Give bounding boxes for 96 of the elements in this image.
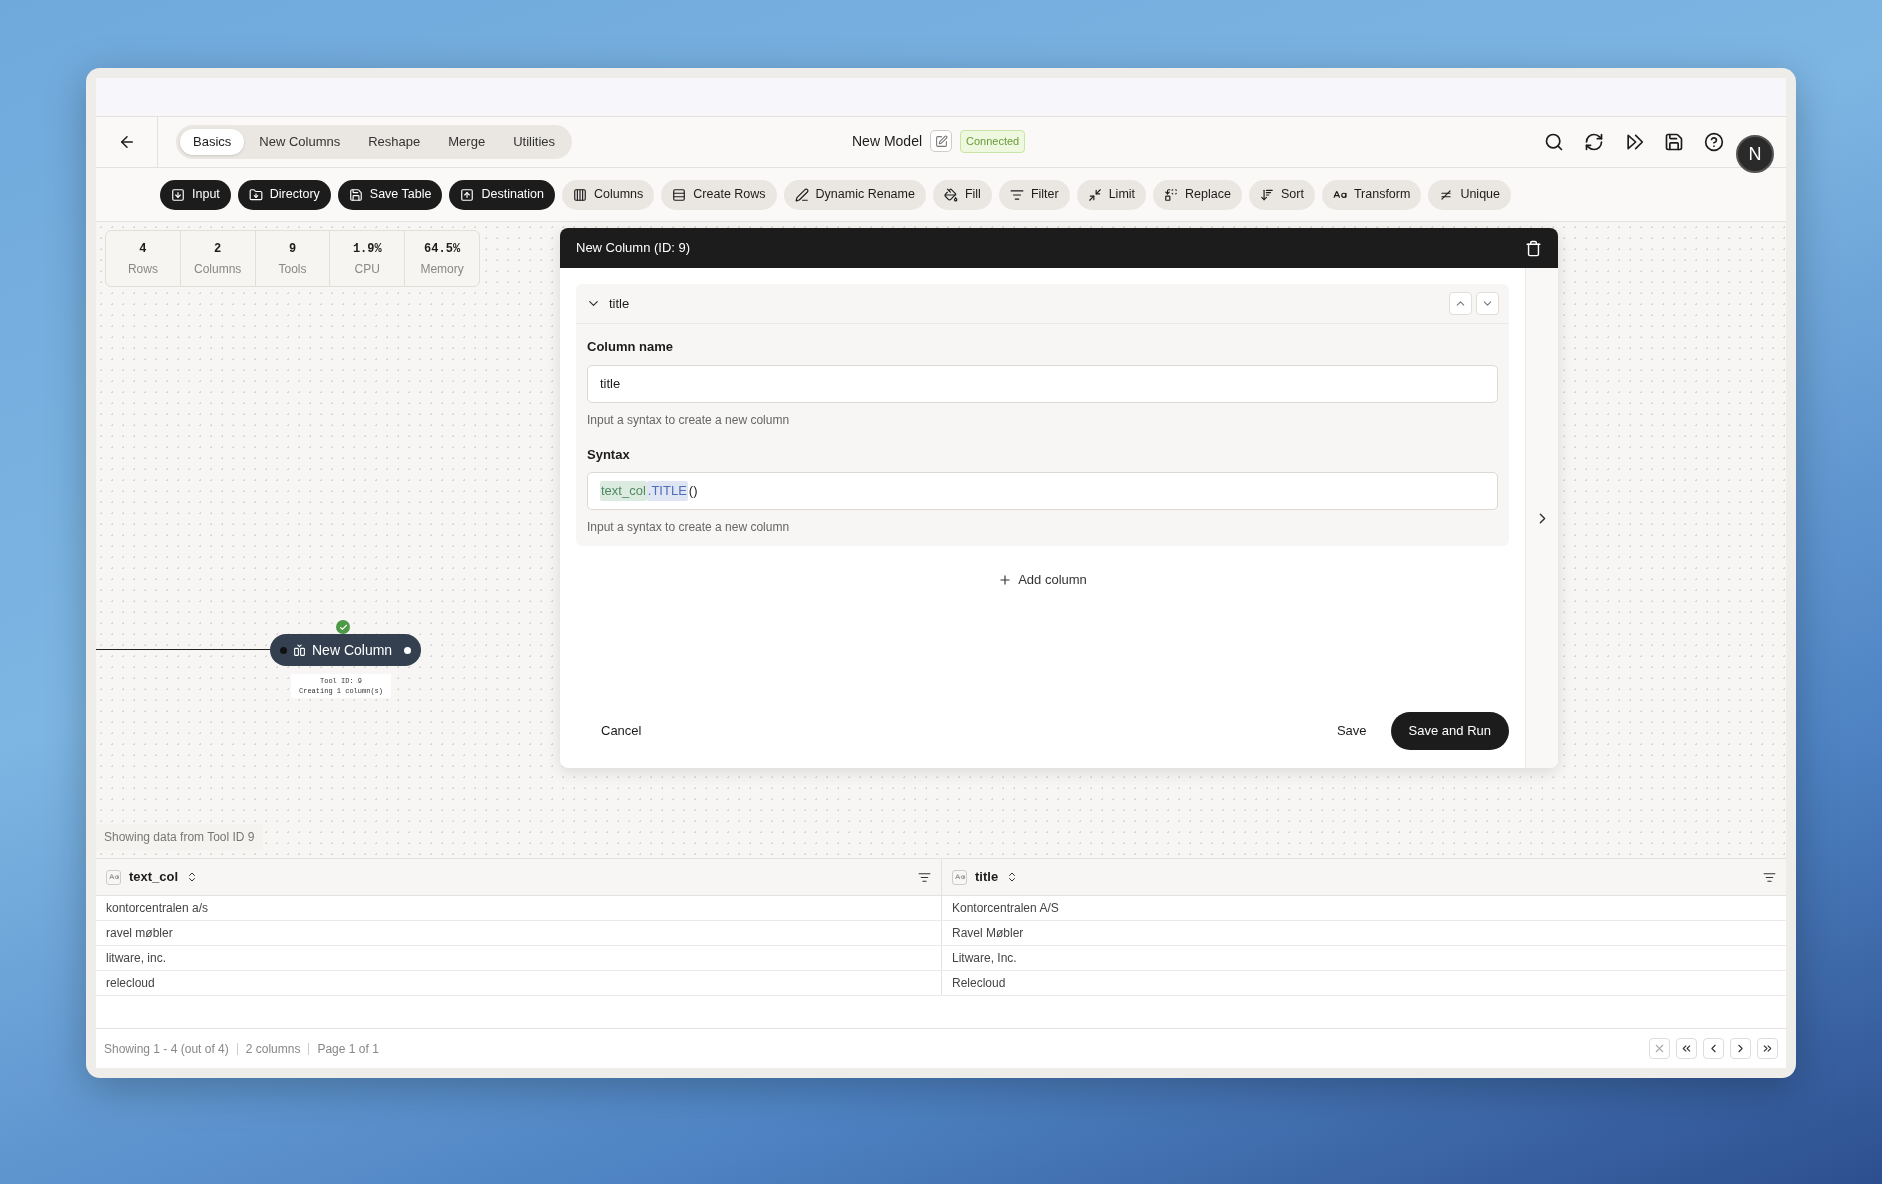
column-title: title — [975, 868, 999, 887]
square-arrow-down-icon — [171, 187, 185, 202]
data-source-label: Showing data from Tool ID 9 — [96, 824, 263, 850]
columns-icon — [293, 643, 306, 657]
paint-bucket-icon — [943, 187, 958, 202]
square-arrow-up-icon — [460, 187, 475, 202]
text-type-icon — [106, 869, 121, 885]
column-count-text: 2 columns — [245, 1040, 301, 1058]
toolbar-button[interactable]: Filter — [998, 179, 1070, 210]
toolbar-button[interactable]: Replace — [1153, 179, 1242, 210]
stat-label: CPU — [354, 260, 380, 278]
text-type-icon — [952, 869, 967, 885]
columns-icon — [573, 187, 587, 202]
save-button[interactable]: Save — [1322, 712, 1381, 750]
cancel-button[interactable]: Cancel — [576, 712, 667, 750]
syntax-field[interactable]: text_col.TITLE() — [587, 472, 1498, 510]
stat-label: Tools — [278, 260, 307, 278]
last-page-button[interactable] — [1757, 1038, 1778, 1059]
stat-value: 4 — [139, 240, 147, 258]
field-hint: Input a syntax to create a new column — [587, 411, 791, 429]
column-header[interactable]: text_col — [96, 859, 941, 895]
section-title: title — [609, 294, 630, 313]
toolbar-button[interactable]: Sort — [1248, 179, 1315, 210]
plus-icon — [998, 572, 1013, 587]
field-hint: Input a syntax to create a new column — [587, 519, 791, 536]
rows-icon — [672, 187, 687, 202]
table-cell: Ravel Møbler — [941, 921, 1786, 945]
stat-label: Memory — [420, 260, 464, 278]
output-port[interactable] — [404, 646, 411, 654]
close-icon — [1653, 1042, 1666, 1055]
toolbar-button[interactable]: Directory — [237, 179, 331, 210]
table-cell-text: kontorcentralen a/s — [105, 900, 210, 917]
double-chevron-right-icon — [1761, 1042, 1774, 1055]
sort-icon — [1259, 187, 1274, 202]
stat-value: 64.5% — [424, 240, 461, 258]
filter-icon[interactable] — [1763, 870, 1776, 884]
toolbar-button[interactable]: Unique — [1428, 179, 1511, 210]
save-and-run-button[interactable]: Save and Run — [1390, 712, 1509, 750]
trash-icon[interactable] — [1525, 239, 1542, 257]
node-label: New Column — [312, 640, 393, 660]
previous-page-button[interactable] — [1703, 1038, 1724, 1059]
add-column-button[interactable]: Add column — [998, 570, 1087, 590]
stat-value: 1.9% — [352, 240, 382, 258]
table-cell-text: relecloud — [105, 975, 156, 992]
table-cell-text: ravel møbler — [105, 925, 174, 942]
double-chevron-left-icon — [1680, 1042, 1693, 1055]
column-title: text_col — [129, 868, 179, 887]
status-badge: Connected — [960, 130, 1026, 153]
tool-node[interactable]: New Column — [270, 634, 421, 666]
stat-value: 2 — [214, 240, 222, 258]
filter-icon — [1009, 187, 1024, 202]
dialog-title: New Column (ID: 9) — [576, 239, 691, 258]
column-name-field[interactable]: title — [587, 364, 1498, 403]
refresh-icon[interactable] — [1584, 132, 1604, 152]
table-cell: Litware, Inc. — [941, 946, 1786, 970]
table-cell: Relecloud — [941, 971, 1786, 995]
first-page-button[interactable] — [1676, 1038, 1697, 1059]
row-range-text: Showing 1 - 4 (out of 4) — [104, 1040, 229, 1058]
arrows-inward-icon — [1087, 187, 1102, 202]
column-header[interactable]: title — [941, 859, 1786, 895]
toolbar-button[interactable]: Transform — [1321, 179, 1422, 210]
page-text: Page 1 of 1 — [317, 1040, 379, 1058]
table-cell-text: litware, inc. — [105, 950, 168, 967]
model-title: New Model — [852, 131, 923, 151]
user-avatar[interactable]: N — [1736, 135, 1774, 173]
toolbar-button[interactable]: Limit — [1076, 179, 1147, 210]
play-forward-icon[interactable] — [1624, 132, 1644, 152]
pen-icon — [794, 187, 809, 202]
filter-icon[interactable] — [918, 870, 931, 884]
toolbar-button[interactable]: Fill — [932, 179, 992, 210]
toolbar-button[interactable]: Input — [160, 179, 231, 210]
stat-value: 9 — [288, 240, 297, 258]
toolbar-button[interactable]: Columns — [562, 179, 655, 210]
search-icon[interactable] — [1544, 132, 1564, 152]
edit-icon — [934, 134, 948, 148]
toolbar-button[interactable]: Create Rows — [661, 179, 777, 210]
table-cell: Kontorcentralen A/S — [941, 896, 1786, 920]
edit-button[interactable] — [930, 130, 953, 153]
input-port[interactable] — [280, 646, 287, 654]
tab[interactable]: Merge — [435, 129, 499, 155]
toolbar-button[interactable]: Destination — [449, 179, 555, 210]
field-label: Column name — [587, 338, 674, 356]
replace-icon — [1164, 187, 1179, 202]
toolbar-button[interactable]: Dynamic Rename — [783, 179, 926, 210]
not-equal-icon — [1439, 187, 1454, 202]
toolbar-button[interactable]: Save Table — [337, 179, 443, 210]
tab[interactable]: Reshape — [355, 129, 434, 155]
stat-label: Rows — [127, 260, 158, 278]
help-icon[interactable] — [1704, 132, 1724, 152]
folder-icon — [248, 187, 263, 202]
next-page-button[interactable] — [1730, 1038, 1751, 1059]
tab[interactable]: New Columns — [246, 129, 354, 155]
tab[interactable]: Utilities — [500, 129, 569, 155]
tab[interactable]: Basics — [180, 129, 245, 155]
field-label: Syntax — [587, 445, 631, 464]
stat-label: Columns — [194, 260, 242, 278]
